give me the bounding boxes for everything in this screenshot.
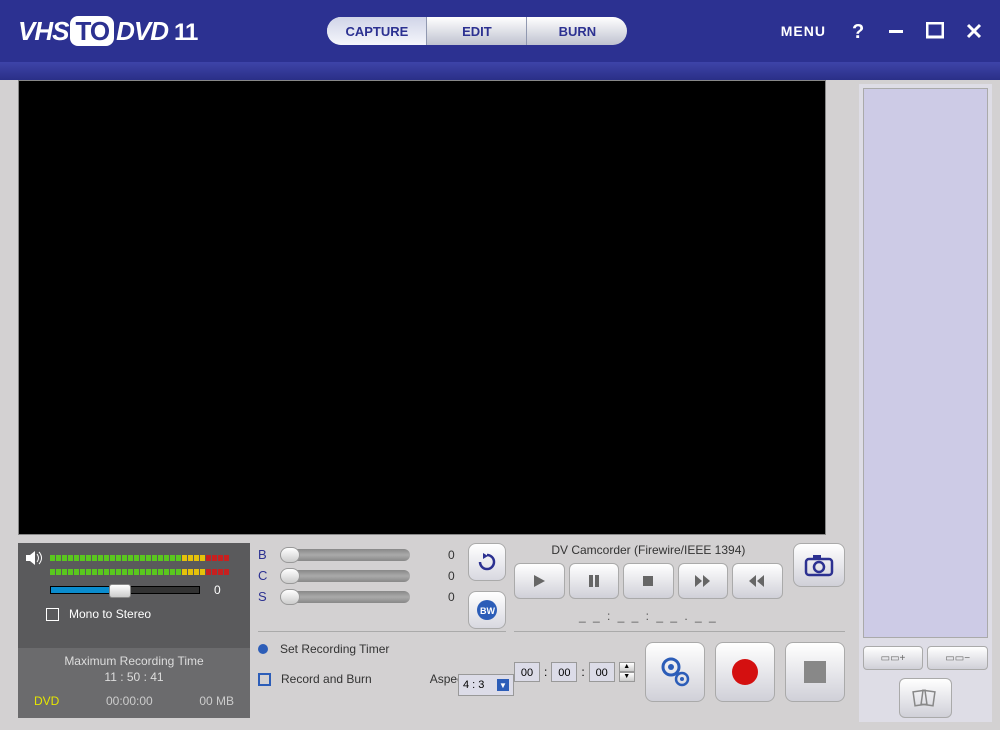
contrast-slider[interactable] [280, 570, 410, 582]
merge-button[interactable]: ▭▭+ [863, 646, 924, 670]
saturation-slider[interactable] [280, 591, 410, 603]
rewind-icon [748, 574, 766, 588]
saturation-value: 0 [448, 590, 455, 604]
tab-edit[interactable]: EDIT [427, 17, 527, 45]
record-burn-label: Record and Burn [281, 672, 372, 686]
export-icon [912, 687, 938, 709]
tab-capture[interactable]: CAPTURE [327, 17, 427, 45]
volume-value: 0 [214, 583, 221, 597]
fforward-icon [694, 574, 712, 588]
reset-button[interactable] [468, 543, 506, 581]
pause-icon [587, 574, 601, 588]
timer-up[interactable]: ▲ [619, 662, 635, 672]
fforward-button[interactable] [678, 563, 729, 599]
snapshot-button[interactable] [793, 543, 845, 587]
tab-burn[interactable]: BURN [527, 17, 627, 45]
help-button[interactable]: ? [848, 22, 866, 40]
play-button[interactable] [514, 563, 565, 599]
volume-slider[interactable] [50, 586, 200, 594]
dropdown-arrow-icon: ▼ [497, 679, 509, 691]
stop-icon [641, 574, 655, 588]
brightness-slider[interactable] [280, 549, 410, 561]
aspect-ratio-select[interactable]: 4 : 3 ▼ [458, 674, 514, 696]
split-button[interactable]: ▭▭− [927, 646, 988, 670]
pause-button[interactable] [569, 563, 620, 599]
record-burn-checkbox[interactable] [258, 673, 271, 686]
play-icon [532, 574, 546, 588]
svg-text:BW: BW [480, 606, 495, 616]
video-preview [18, 80, 826, 535]
maximize-button[interactable] [926, 22, 944, 40]
clip-list[interactable] [863, 88, 988, 638]
audio-meter-right [50, 569, 242, 575]
bw-button[interactable]: BW [468, 591, 506, 629]
saturation-label: S [258, 589, 272, 604]
device-timecode: _ _ : _ _ : _ _ . _ _ [514, 609, 783, 623]
clip-panel: ▭▭+ ▭▭− [859, 84, 992, 722]
file-size: 00 MB [199, 694, 234, 708]
mono-label: Mono to Stereo [69, 607, 151, 621]
sub-bar [0, 62, 1000, 80]
camera-icon [804, 553, 834, 577]
title-bar: VHSTODVD11 CAPTURE EDIT BURN MENU ? [0, 0, 1000, 62]
undo-icon [476, 551, 498, 573]
brightness-value: 0 [448, 548, 455, 562]
speaker-icon [26, 551, 44, 565]
audio-panel: 0 Mono to Stereo [18, 543, 250, 648]
timer-label: Set Recording Timer [280, 642, 389, 656]
recording-info: Maximum Recording Time 11 : 50 : 41 DVD … [18, 648, 250, 718]
contrast-value: 0 [448, 569, 455, 583]
mode-tabs: CAPTURE EDIT BURN [327, 17, 627, 45]
close-button[interactable] [966, 23, 982, 39]
elapsed-time: 00:00:00 [106, 694, 153, 708]
export-button[interactable] [899, 678, 952, 718]
audio-meter-left [50, 555, 242, 561]
mono-checkbox[interactable] [46, 608, 59, 621]
brightness-label: B [258, 547, 272, 562]
bw-icon: BW [475, 598, 499, 622]
rewind-button[interactable] [732, 563, 783, 599]
menu-button[interactable]: MENU [781, 23, 826, 39]
contrast-label: C [258, 568, 272, 583]
device-name: DV Camcorder (Firewire/IEEE 1394) [514, 543, 783, 557]
timer-radio[interactable] [258, 644, 268, 654]
app-logo: VHSTODVD11 [18, 16, 197, 47]
minimize-button[interactable] [888, 23, 904, 39]
svg-text:?: ? [852, 22, 864, 40]
media-type: DVD [34, 694, 59, 708]
stop-transport-button[interactable] [623, 563, 674, 599]
